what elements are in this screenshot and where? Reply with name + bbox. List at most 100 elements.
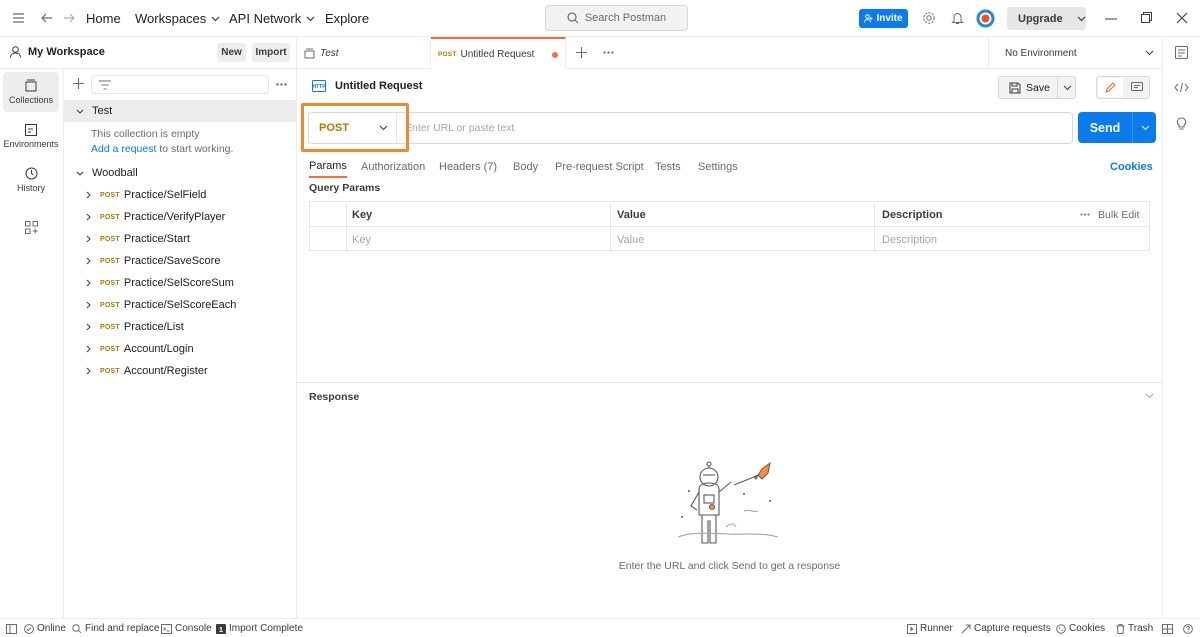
minimize-icon[interactable] bbox=[1105, 18, 1117, 20]
filter-icon bbox=[99, 80, 111, 89]
capture-requests-button[interactable]: Capture requests bbox=[961, 619, 1051, 637]
request-item[interactable]: POST Practice/SelScoreEach bbox=[64, 294, 296, 316]
chevron-down-icon bbox=[306, 16, 315, 21]
menu-icon[interactable] bbox=[12, 12, 25, 24]
find-replace-button[interactable]: Find and replace bbox=[72, 619, 160, 637]
request-name: Account/Login bbox=[123, 343, 194, 355]
tab-label: Test bbox=[320, 47, 339, 59]
tab-settings[interactable]: Settings bbox=[698, 156, 738, 178]
url-input[interactable]: Enter URL or paste text bbox=[405, 113, 514, 143]
online-status[interactable]: Online bbox=[24, 619, 66, 637]
history-icon bbox=[25, 167, 37, 180]
request-title-row: HTTP Untitled Request bbox=[312, 80, 422, 92]
request-name: Practice/SaveScore bbox=[123, 255, 221, 267]
request-name: Practice/SelScoreSum bbox=[123, 277, 234, 289]
help-icon[interactable] bbox=[1183, 619, 1193, 637]
trash-label: Trash bbox=[1128, 623, 1154, 634]
comments-button[interactable] bbox=[1125, 78, 1149, 97]
notification-bell-icon[interactable] bbox=[951, 11, 964, 25]
settings-gear-icon[interactable] bbox=[922, 11, 936, 25]
bulk-edit-label: Bulk Edit bbox=[1098, 208, 1140, 221]
invite-button[interactable]: Invite bbox=[859, 9, 908, 28]
tab-pre-request-script[interactable]: Pre-request Script bbox=[555, 156, 644, 178]
rail-item-history[interactable]: History bbox=[3, 160, 59, 200]
collection-name: Woodball bbox=[92, 167, 138, 179]
cookies-button[interactable]: Cookies bbox=[1056, 619, 1105, 637]
import-complete-status[interactable]: 1 Import Complete bbox=[216, 619, 303, 637]
key-input[interactable]: Key bbox=[352, 227, 610, 252]
tab-authorization[interactable]: Authorization bbox=[361, 156, 425, 178]
tab-untitled-request[interactable]: POST Untitled Request bbox=[431, 37, 566, 69]
nav-explore[interactable]: Explore bbox=[325, 0, 369, 37]
toggle-sidebar-icon[interactable] bbox=[6, 619, 17, 637]
request-item[interactable]: POST Practice/SelField bbox=[64, 184, 296, 206]
forward-arrow-icon[interactable] bbox=[63, 12, 75, 24]
search-input[interactable]: Search Postman bbox=[545, 5, 688, 31]
rail-item-label: Environments bbox=[3, 138, 59, 149]
code-icon[interactable] bbox=[1174, 82, 1189, 93]
save-button[interactable]: Save bbox=[998, 76, 1076, 99]
layout-icon[interactable] bbox=[1162, 619, 1173, 637]
tab-test[interactable]: Test bbox=[297, 37, 431, 69]
search-icon bbox=[72, 623, 82, 633]
request-tab-label: Headers (7) bbox=[439, 161, 498, 173]
add-request-link[interactable]: Add a request bbox=[91, 143, 156, 155]
request-item[interactable]: POST Practice/SaveScore bbox=[64, 250, 296, 272]
filter-input[interactable] bbox=[91, 75, 269, 94]
edit-mode-button[interactable] bbox=[1098, 78, 1123, 97]
new-button[interactable]: New bbox=[217, 43, 246, 62]
chevron-right-icon bbox=[86, 213, 91, 221]
tab-headers[interactable]: Headers (7) bbox=[439, 156, 497, 178]
restore-window-icon[interactable] bbox=[1141, 12, 1152, 23]
find-replace-label: Find and replace bbox=[85, 623, 160, 634]
close-window-icon[interactable] bbox=[1176, 12, 1188, 24]
import-button[interactable]: Import bbox=[252, 43, 290, 62]
environment-quick-look-icon[interactable] bbox=[1175, 46, 1188, 59]
request-item[interactable]: POST Practice/VerifyPlayer bbox=[64, 206, 296, 228]
nav-api-network[interactable]: API Network bbox=[229, 0, 315, 37]
request-name: Practice/SelScoreEach bbox=[123, 299, 237, 311]
request-item[interactable]: POST Practice/SelScoreSum bbox=[64, 272, 296, 294]
tab-params[interactable]: Params bbox=[309, 156, 347, 178]
request-name: Practice/Start bbox=[123, 233, 190, 245]
environment-selector[interactable]: No Environment bbox=[988, 37, 1162, 69]
send-button[interactable]: Send bbox=[1078, 112, 1156, 143]
tab-body[interactable]: Body bbox=[513, 156, 538, 178]
nav-explore-label: Explore bbox=[325, 11, 370, 26]
avatar[interactable] bbox=[976, 9, 995, 28]
nav-workspaces[interactable]: Workspaces bbox=[135, 0, 220, 37]
request-title[interactable]: Untitled Request bbox=[335, 80, 422, 92]
tab-options-icon[interactable] bbox=[603, 51, 614, 54]
upgrade-button[interactable]: Upgrade bbox=[1007, 7, 1086, 30]
console-button[interactable]: Console bbox=[161, 619, 212, 637]
add-collection-icon[interactable] bbox=[73, 78, 84, 89]
request-item[interactable]: POST Account/Login bbox=[64, 338, 296, 360]
value-input[interactable]: Value bbox=[617, 227, 874, 252]
collection-woodball[interactable]: Woodball bbox=[64, 162, 296, 184]
tab-tests[interactable]: Tests bbox=[655, 156, 681, 178]
environments-icon bbox=[25, 123, 37, 136]
collection-test[interactable]: Test bbox=[64, 100, 296, 122]
runner-button[interactable]: Runner bbox=[907, 619, 953, 637]
chevron-down-icon bbox=[76, 171, 84, 176]
workspace-title[interactable]: My Workspace bbox=[10, 46, 105, 58]
trash-button[interactable]: Trash bbox=[1116, 619, 1153, 637]
collapse-response-icon[interactable] bbox=[1145, 393, 1154, 399]
request-tab-label: Authorization bbox=[361, 161, 426, 173]
nav-home[interactable]: Home bbox=[86, 0, 121, 37]
request-item[interactable]: POST Practice/Start bbox=[64, 228, 296, 250]
column-divider bbox=[610, 202, 611, 252]
more-options-icon[interactable] bbox=[276, 83, 287, 86]
cookies-link[interactable]: Cookies bbox=[1110, 156, 1153, 178]
save-divider bbox=[1056, 77, 1058, 98]
request-item[interactable]: POST Practice/List bbox=[64, 316, 296, 338]
new-tab-icon[interactable] bbox=[576, 47, 587, 58]
description-input[interactable]: Description bbox=[882, 227, 1148, 252]
bulk-edit-button[interactable]: Bulk Edit bbox=[1080, 202, 1139, 227]
lightbulb-icon[interactable] bbox=[1175, 117, 1188, 131]
back-arrow-icon[interactable] bbox=[41, 12, 53, 24]
request-item[interactable]: POST Account/Register bbox=[64, 360, 296, 382]
configure-workbench-icon[interactable] bbox=[25, 221, 38, 234]
rail-item-environments[interactable]: Environments bbox=[3, 116, 59, 156]
rail-item-collections[interactable]: Collections bbox=[3, 72, 59, 112]
